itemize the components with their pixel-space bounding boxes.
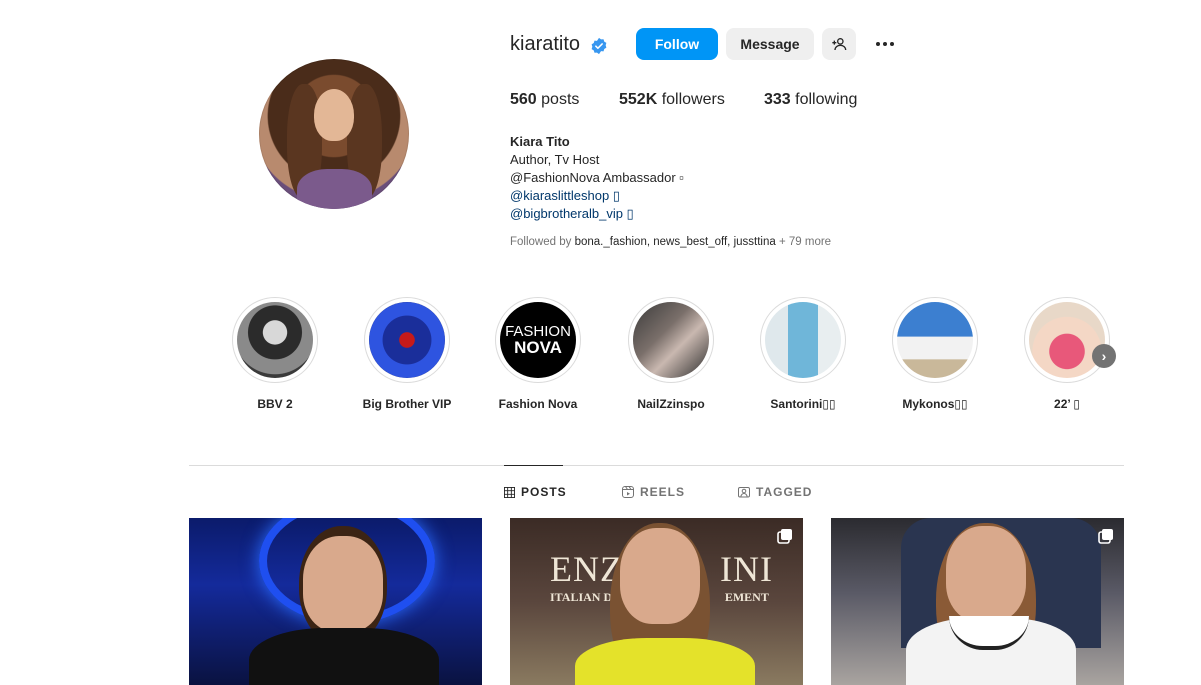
highlight-ring[interactable]: FASHION NOVA — [495, 297, 581, 383]
avatar-face — [314, 89, 354, 141]
post-thumbnail[interactable] — [831, 518, 1124, 685]
followed-by-more: + 79 more — [778, 236, 832, 248]
followed-by-names: bona._fashion, news_best_off, jussttina — [574, 236, 776, 248]
followed-by-prefix: Followed by — [510, 236, 572, 248]
following-count-value: 333 — [764, 91, 791, 108]
highlight-cover — [1029, 302, 1105, 378]
followers-count-label: followers — [661, 91, 725, 108]
tab-posts-label: POSTS — [521, 485, 567, 499]
highlight-ring[interactable] — [232, 297, 318, 383]
tab-reels[interactable]: REELS — [622, 485, 685, 499]
highlight-label: NailZzinspo — [637, 397, 705, 411]
person-outfit — [249, 628, 439, 685]
bio-line-2: @FashionNova Ambassador ▫ — [510, 170, 684, 185]
followers-count[interactable]: 552K followers — [619, 91, 725, 109]
avatar-dress — [297, 169, 372, 209]
bio-link-shop[interactable]: @kiaraslittleshop ▯ — [510, 187, 684, 205]
highlight-item[interactable]: BBV 2 — [215, 297, 335, 411]
dot-icon — [876, 42, 880, 46]
highlight-ring[interactable] — [1024, 297, 1110, 383]
post-thumbnail[interactable]: ENZO INI ITALIAN DES EMENT — [510, 518, 803, 685]
profile-username: kiaratito — [510, 33, 581, 55]
highlight-item[interactable]: FASHION NOVA Fashion Nova — [478, 297, 598, 411]
following-count-label: following — [795, 91, 858, 108]
add-user-icon — [832, 38, 847, 51]
highlight-item[interactable]: Mykonos▯▯ — [875, 297, 995, 411]
person-outfit — [575, 638, 755, 685]
followers-count-value: 552K — [619, 91, 658, 108]
highlight-item[interactable]: Santorini▯▯ — [743, 297, 863, 411]
highlight-cover — [765, 302, 841, 378]
message-button[interactable]: Message — [726, 28, 814, 60]
highlight-ring[interactable] — [760, 297, 846, 383]
tab-tagged[interactable]: TAGGED — [738, 485, 812, 499]
tab-posts[interactable]: POSTS — [504, 485, 567, 499]
dot-icon — [883, 42, 887, 46]
fashion-nova-logo-top: FASHION — [505, 323, 571, 340]
carousel-icon — [1098, 529, 1113, 544]
highlight-cover — [237, 302, 313, 378]
highlight-label: Santorini▯▯ — [770, 397, 836, 411]
highlight-cover — [897, 302, 973, 378]
highlight-item[interactable]: Big Brother VIP — [347, 297, 467, 411]
tagged-icon — [738, 487, 750, 498]
highlight-cover — [633, 302, 709, 378]
reels-icon — [622, 486, 634, 498]
carousel-icon — [777, 529, 792, 544]
highlight-label: Big Brother VIP — [362, 397, 452, 411]
highlight-ring[interactable] — [628, 297, 714, 383]
highlight-cover: FASHION NOVA — [500, 302, 576, 378]
person-face — [946, 526, 1026, 622]
highlight-cover — [369, 302, 445, 378]
highlight-label: Fashion Nova — [498, 397, 578, 411]
posts-count-label: posts — [541, 91, 580, 108]
sign-subtext-part: EMENT — [724, 590, 769, 604]
highlight-label: 22’ ▯ — [1054, 397, 1080, 411]
profile-page: kiaratito Follow Message 560 posts 552K … — [0, 0, 1201, 685]
dot-icon — [890, 42, 894, 46]
highlight-label: BBV 2 — [257, 397, 293, 411]
highlight-ring[interactable] — [364, 297, 450, 383]
bio-link-bigbrother[interactable]: @bigbrotheralb_vip ▯ — [510, 205, 684, 223]
fashion-nova-logo-bottom: NOVA — [514, 338, 562, 357]
sign-text-part: INI — [719, 549, 773, 589]
posts-count-value: 560 — [510, 91, 537, 108]
profile-bio: Kiara Tito Author, Tv Host @FashionNova … — [510, 133, 684, 223]
tab-reels-label: REELS — [640, 485, 686, 499]
followed-by[interactable]: Followed by bona._fashion, news_best_off… — [510, 236, 831, 248]
active-tab-indicator — [504, 465, 563, 466]
highlight-ring[interactable] — [892, 297, 978, 383]
highlight-label: Mykonos▯▯ — [902, 397, 968, 411]
follow-button[interactable]: Follow — [636, 28, 718, 60]
tabs-divider — [189, 465, 1124, 466]
highlight-item[interactable]: NailZzinspo — [611, 297, 731, 411]
following-count[interactable]: 333 following — [764, 91, 857, 109]
more-options-button[interactable] — [872, 30, 898, 58]
profile-avatar[interactable] — [259, 59, 409, 209]
verified-badge-icon — [591, 37, 607, 55]
bio-full-name: Kiara Tito — [510, 134, 570, 149]
grid-icon — [504, 486, 515, 498]
person-face — [303, 536, 383, 632]
chevron-right-icon: › — [1101, 348, 1107, 364]
bio-line-1: Author, Tv Host — [510, 152, 600, 167]
highlights-next-button[interactable]: › — [1092, 344, 1116, 368]
posts-count: 560 posts — [510, 91, 579, 109]
tab-tagged-label: TAGGED — [756, 485, 813, 499]
person-face — [620, 528, 700, 624]
suggest-user-button[interactable] — [822, 28, 856, 60]
post-thumbnail[interactable] — [189, 518, 482, 685]
